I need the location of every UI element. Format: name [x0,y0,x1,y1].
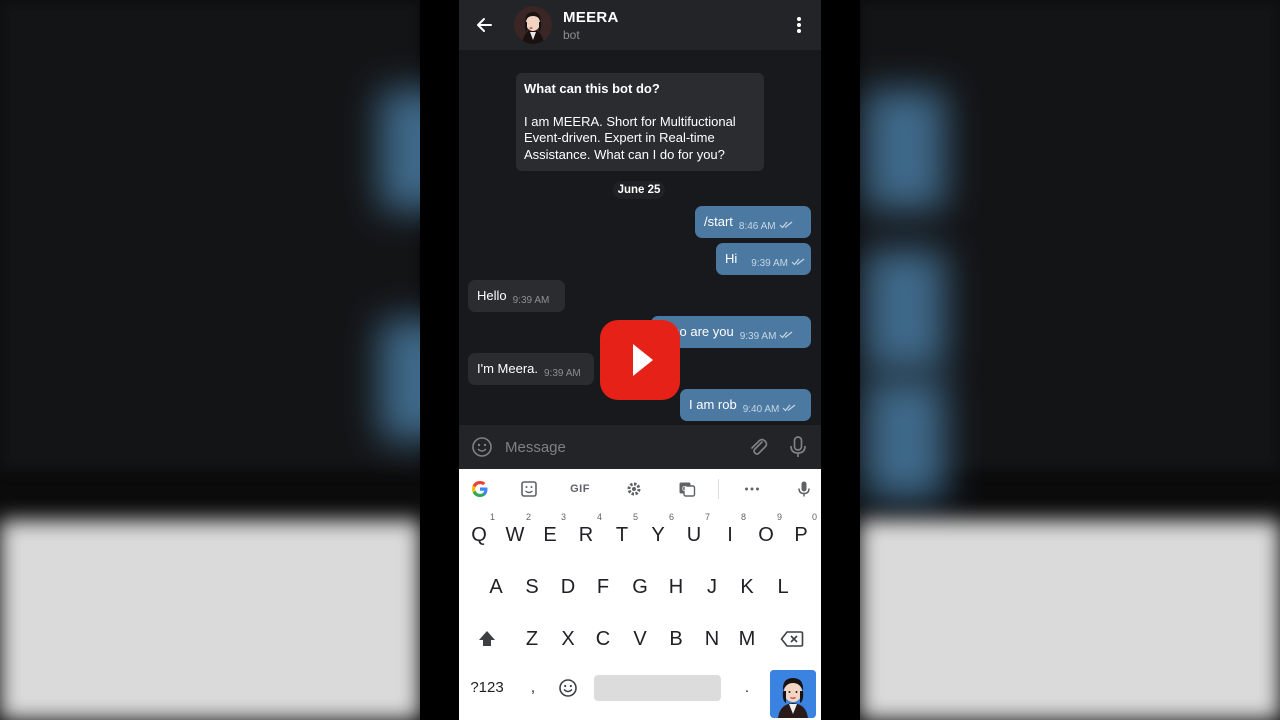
read-checkmarks-icon [779,221,792,229]
key-g[interactable]: G [622,565,658,609]
chat-header: MEERA bot [459,0,821,50]
key-k[interactable]: K [729,565,765,609]
svg-text:G: G [682,486,687,493]
message-bubble-outgoing[interactable]: I am rob 9:40 AM [680,389,811,421]
emoji-icon[interactable] [471,436,493,458]
emoji-key-icon [559,679,577,697]
key-x[interactable]: X [550,617,586,661]
key-u[interactable]: U7 [676,512,712,557]
message-bubble-outgoing[interactable]: /start 8:46 AM [695,206,811,238]
key-w[interactable]: W2 [497,512,533,557]
chat-title[interactable]: MEERA [563,9,619,26]
blurred-background-left [0,0,420,720]
key-j[interactable]: J [694,565,730,609]
space-key[interactable] [594,675,721,701]
bot-info-description: I am MEERA. Short for Multifuctional Eve… [524,113,736,162]
message-time: 9:39 AM [751,258,788,269]
on-screen-keyboard: GIF G Q1 W2 E3 R4 T5 Y6 U7 I8 O9 P0 A S … [459,469,821,720]
message-input[interactable] [505,433,735,461]
backspace-icon [780,631,804,647]
key-c[interactable]: C [585,617,621,661]
message-text: I am rob [689,397,737,412]
read-checkmarks-icon [791,258,805,266]
key-f[interactable]: F [585,565,621,609]
message-time: 9:39 AM [739,331,777,342]
read-checkmarks-icon [779,331,793,339]
back-arrow-icon[interactable] [473,12,495,38]
emoji-key[interactable] [550,666,586,710]
blurred-background-right [860,0,1280,720]
bot-info-card: What can this bot do? I am MEERA. Short … [516,73,764,171]
more-options-icon[interactable] [789,14,809,36]
key-d[interactable]: D [550,565,586,609]
bitmoji-avatar-key[interactable] [770,670,816,718]
gif-button[interactable]: GIF [565,477,595,501]
message-bubble-incoming[interactable]: Hello 9:39 AM [468,280,565,312]
period-key[interactable]: . [729,666,765,710]
more-icon[interactable] [740,477,764,501]
toolbar-divider [718,479,719,499]
backspace-key[interactable] [774,617,810,661]
translate-icon[interactable]: G [675,477,699,501]
read-checkmarks-icon [782,404,796,412]
keyboard-toolbar: GIF G [459,469,821,509]
key-e[interactable]: E3 [532,512,568,557]
key-y[interactable]: Y6 [640,512,676,557]
message-time: 9:39 AM [512,295,550,306]
chat-subtitle: bot [563,28,580,42]
message-text: I'm Meera. [477,361,538,376]
shift-arrow-icon [479,631,495,646]
date-separator: June 25 [613,181,665,199]
key-a[interactable]: A [478,565,514,609]
key-o[interactable]: O9 [748,512,784,557]
attach-icon[interactable] [747,436,769,458]
bot-info-question: What can this bot do? [524,81,660,96]
message-text: Hello [477,288,507,303]
play-triangle-icon [633,344,653,376]
shift-key[interactable] [469,617,505,661]
key-q[interactable]: Q1 [461,512,497,557]
key-p[interactable]: P0 [783,512,819,557]
message-bubble-incoming[interactable]: I'm Meera. 9:39 AM [468,353,594,385]
key-l[interactable]: L [765,565,801,609]
key-r[interactable]: R4 [568,512,604,557]
sticker-icon[interactable] [517,477,541,501]
message-bubble-outgoing[interactable]: Hi 9:39 AM [716,243,811,275]
settings-icon[interactable] [622,477,646,501]
message-time: 9:39 AM [544,368,581,379]
message-text: Hi [725,251,738,266]
voice-record-icon[interactable] [787,435,809,459]
key-h[interactable]: H [658,565,694,609]
key-n[interactable]: N [694,617,730,661]
gif-label: GIF [570,483,590,495]
key-z[interactable]: Z [514,617,550,661]
key-b[interactable]: B [658,617,694,661]
youtube-play-button-icon[interactable] [600,320,680,400]
key-t[interactable]: T5 [604,512,640,557]
key-v[interactable]: V [622,617,658,661]
comma-key[interactable]: , [515,666,551,710]
message-composer [459,425,821,469]
message-time: 8:46 AM [738,221,776,232]
message-time: 9:40 AM [742,404,780,415]
google-icon[interactable] [468,477,492,501]
key-m[interactable]: M [729,617,765,661]
bot-avatar[interactable] [514,6,552,44]
key-s[interactable]: S [514,565,550,609]
symbols-key[interactable]: ?123 [465,666,509,710]
message-text: /start [704,214,733,229]
key-i[interactable]: I8 [712,512,748,557]
voice-typing-mic-icon[interactable] [792,477,816,501]
